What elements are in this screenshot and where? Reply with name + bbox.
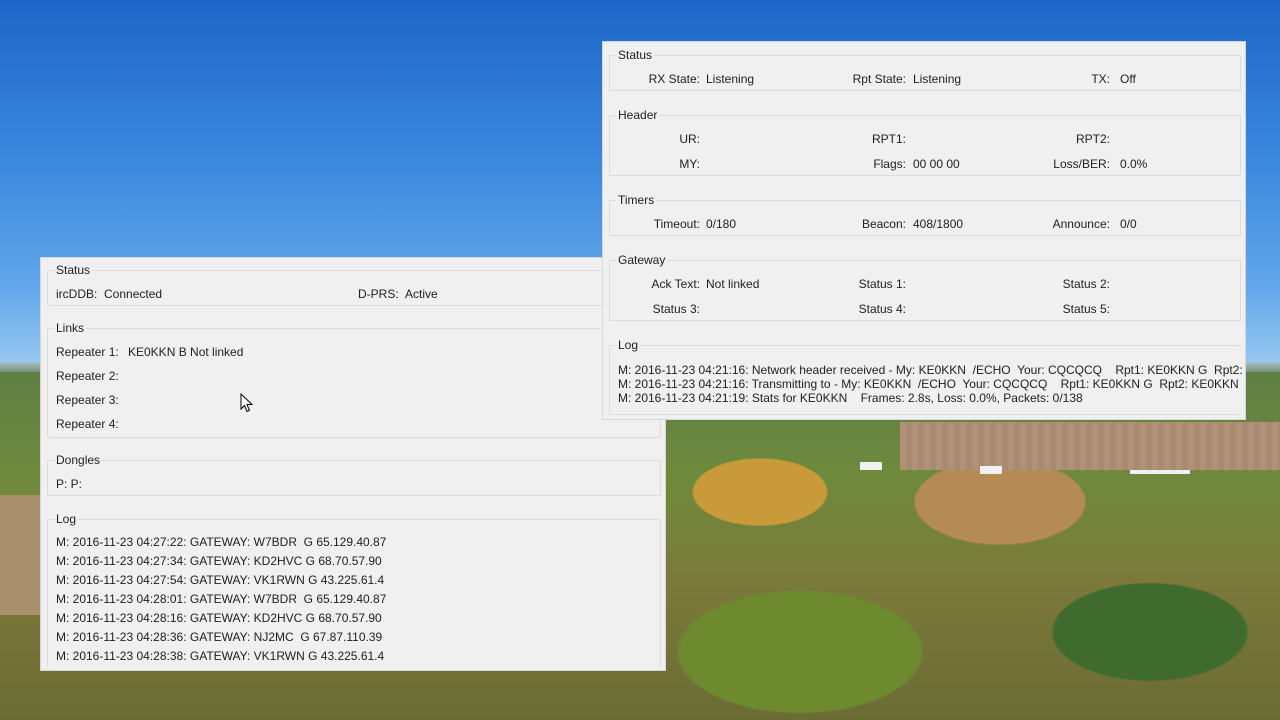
- announce-label: Announce:: [1052, 217, 1110, 231]
- dprs-label: D-PRS:: [358, 287, 399, 301]
- repeater-log-group[interactable]: Log M: 2016-11-23 04:21:16: Network head…: [609, 338, 1242, 415]
- timeout-label: Timeout:: [653, 217, 700, 231]
- repeater-2-label: Repeater 2:: [56, 369, 119, 383]
- ack-text-value: Not linked: [706, 277, 760, 291]
- rpt1-label: RPT1:: [871, 132, 906, 146]
- status-3-label: Status 3:: [652, 302, 700, 316]
- group-title: Timers: [616, 193, 657, 207]
- log-line: M: 2016-11-23 04:21:16: Network header r…: [618, 363, 1242, 377]
- status-2-label: Status 2:: [1062, 277, 1110, 291]
- timers-group: Timers Timeout: 0/180 Beacon: 408/1800 A…: [609, 193, 1241, 236]
- house: [980, 466, 1002, 474]
- ircddb-label: ircDDB:: [56, 287, 98, 301]
- ur-label: UR:: [679, 132, 700, 146]
- ack-text-label: Ack Text:: [651, 277, 700, 291]
- beacon-label: Beacon:: [861, 217, 906, 231]
- my-label: MY:: [679, 157, 700, 171]
- rpt2-label: RPT2:: [1075, 132, 1110, 146]
- log-line: M: 2016-11-23 04:28:16: GATEWAY: KD2HVC …: [56, 611, 382, 625]
- group-title: Links: [54, 321, 87, 335]
- gateway-log-group[interactable]: Log M: 2016-11-23 04:27:22: GATEWAY: W7B…: [47, 512, 661, 667]
- dongles-value: P: P:: [56, 477, 83, 491]
- group-title: Log: [54, 512, 79, 526]
- dprs-value: Active: [405, 287, 438, 301]
- tx-value: Off: [1120, 72, 1136, 86]
- group-title: Dongles: [54, 453, 103, 467]
- house: [860, 462, 882, 470]
- flags-value: 00 00 00: [913, 157, 960, 171]
- status-4-label: Status 4:: [858, 302, 906, 316]
- header-group: Header UR: RPT1: RPT2: MY: Flags: 00 00 …: [609, 108, 1241, 176]
- log-line: M: 2016-11-23 04:27:34: GATEWAY: KD2HVC …: [56, 554, 382, 568]
- gateway-status-group: Status ircDDB: Connected D-PRS: Active: [47, 263, 661, 306]
- log-line: M: 2016-11-23 04:21:16: Transmitting to …: [618, 377, 1242, 391]
- rx-state-value: Listening: [706, 72, 755, 86]
- beacon-value: 408/1800: [913, 217, 964, 231]
- dongles-group: Dongles P: P:: [47, 453, 661, 496]
- log-line: M: 2016-11-23 04:27:54: GATEWAY: VK1RWN …: [56, 573, 385, 587]
- repeater-4-label: Repeater 4:: [56, 417, 119, 431]
- group-title: Log: [616, 338, 641, 352]
- log-line: M: 2016-11-23 04:28:38: GATEWAY: VK1RWN …: [56, 649, 385, 663]
- repeater-window: Status RX State: Listening Rpt State: Li…: [602, 41, 1246, 420]
- rpt-state-label: Rpt State:: [852, 72, 906, 86]
- log-line: M: 2016-11-23 04:21:19: Stats for KE0KKN…: [618, 391, 1083, 405]
- repeater-1-label: Repeater 1:: [56, 345, 119, 359]
- loss-ber-label: Loss/BER:: [1053, 157, 1110, 171]
- flags-label: Flags:: [873, 157, 906, 171]
- group-title: Status: [616, 48, 655, 62]
- ircddb-value: Connected: [104, 287, 163, 301]
- farm-field-left: [0, 495, 40, 615]
- log-line: M: 2016-11-23 04:28:01: GATEWAY: W7BDR G…: [56, 592, 387, 606]
- repeater-status-group: Status RX State: Listening Rpt State: Li…: [609, 48, 1241, 91]
- links-group: Links Repeater 1: KE0KKN B Not linked Re…: [47, 321, 661, 438]
- loss-ber-value: 0.0%: [1120, 157, 1148, 171]
- rpt-state-value: Listening: [913, 72, 962, 86]
- announce-value: 0/0: [1120, 217, 1137, 231]
- barn: [1130, 470, 1190, 474]
- group-title: Status: [54, 263, 93, 277]
- farm-field: [900, 422, 1280, 470]
- mouse-pointer-icon: [240, 393, 254, 413]
- log-line: M: 2016-11-23 04:27:22: GATEWAY: W7BDR G…: [56, 535, 387, 549]
- repeater-1-value: KE0KKN B Not linked: [128, 345, 244, 359]
- repeater-3-label: Repeater 3:: [56, 393, 119, 407]
- timeout-value: 0/180: [706, 217, 737, 231]
- gateway-window: Status ircDDB: Connected D-PRS: Active L…: [40, 257, 666, 671]
- tx-label: TX:: [1091, 72, 1110, 86]
- group-title: Header: [616, 108, 660, 122]
- group-title: Gateway: [616, 253, 668, 267]
- status-1-label: Status 1:: [858, 277, 906, 291]
- status-5-label: Status 5:: [1062, 302, 1110, 316]
- log-line: M: 2016-11-23 04:28:36: GATEWAY: NJ2MC G…: [56, 630, 383, 644]
- rx-state-label: RX State:: [648, 72, 700, 86]
- gateway-status-group: Gateway Ack Text: Not linked Status 1: S…: [609, 253, 1241, 321]
